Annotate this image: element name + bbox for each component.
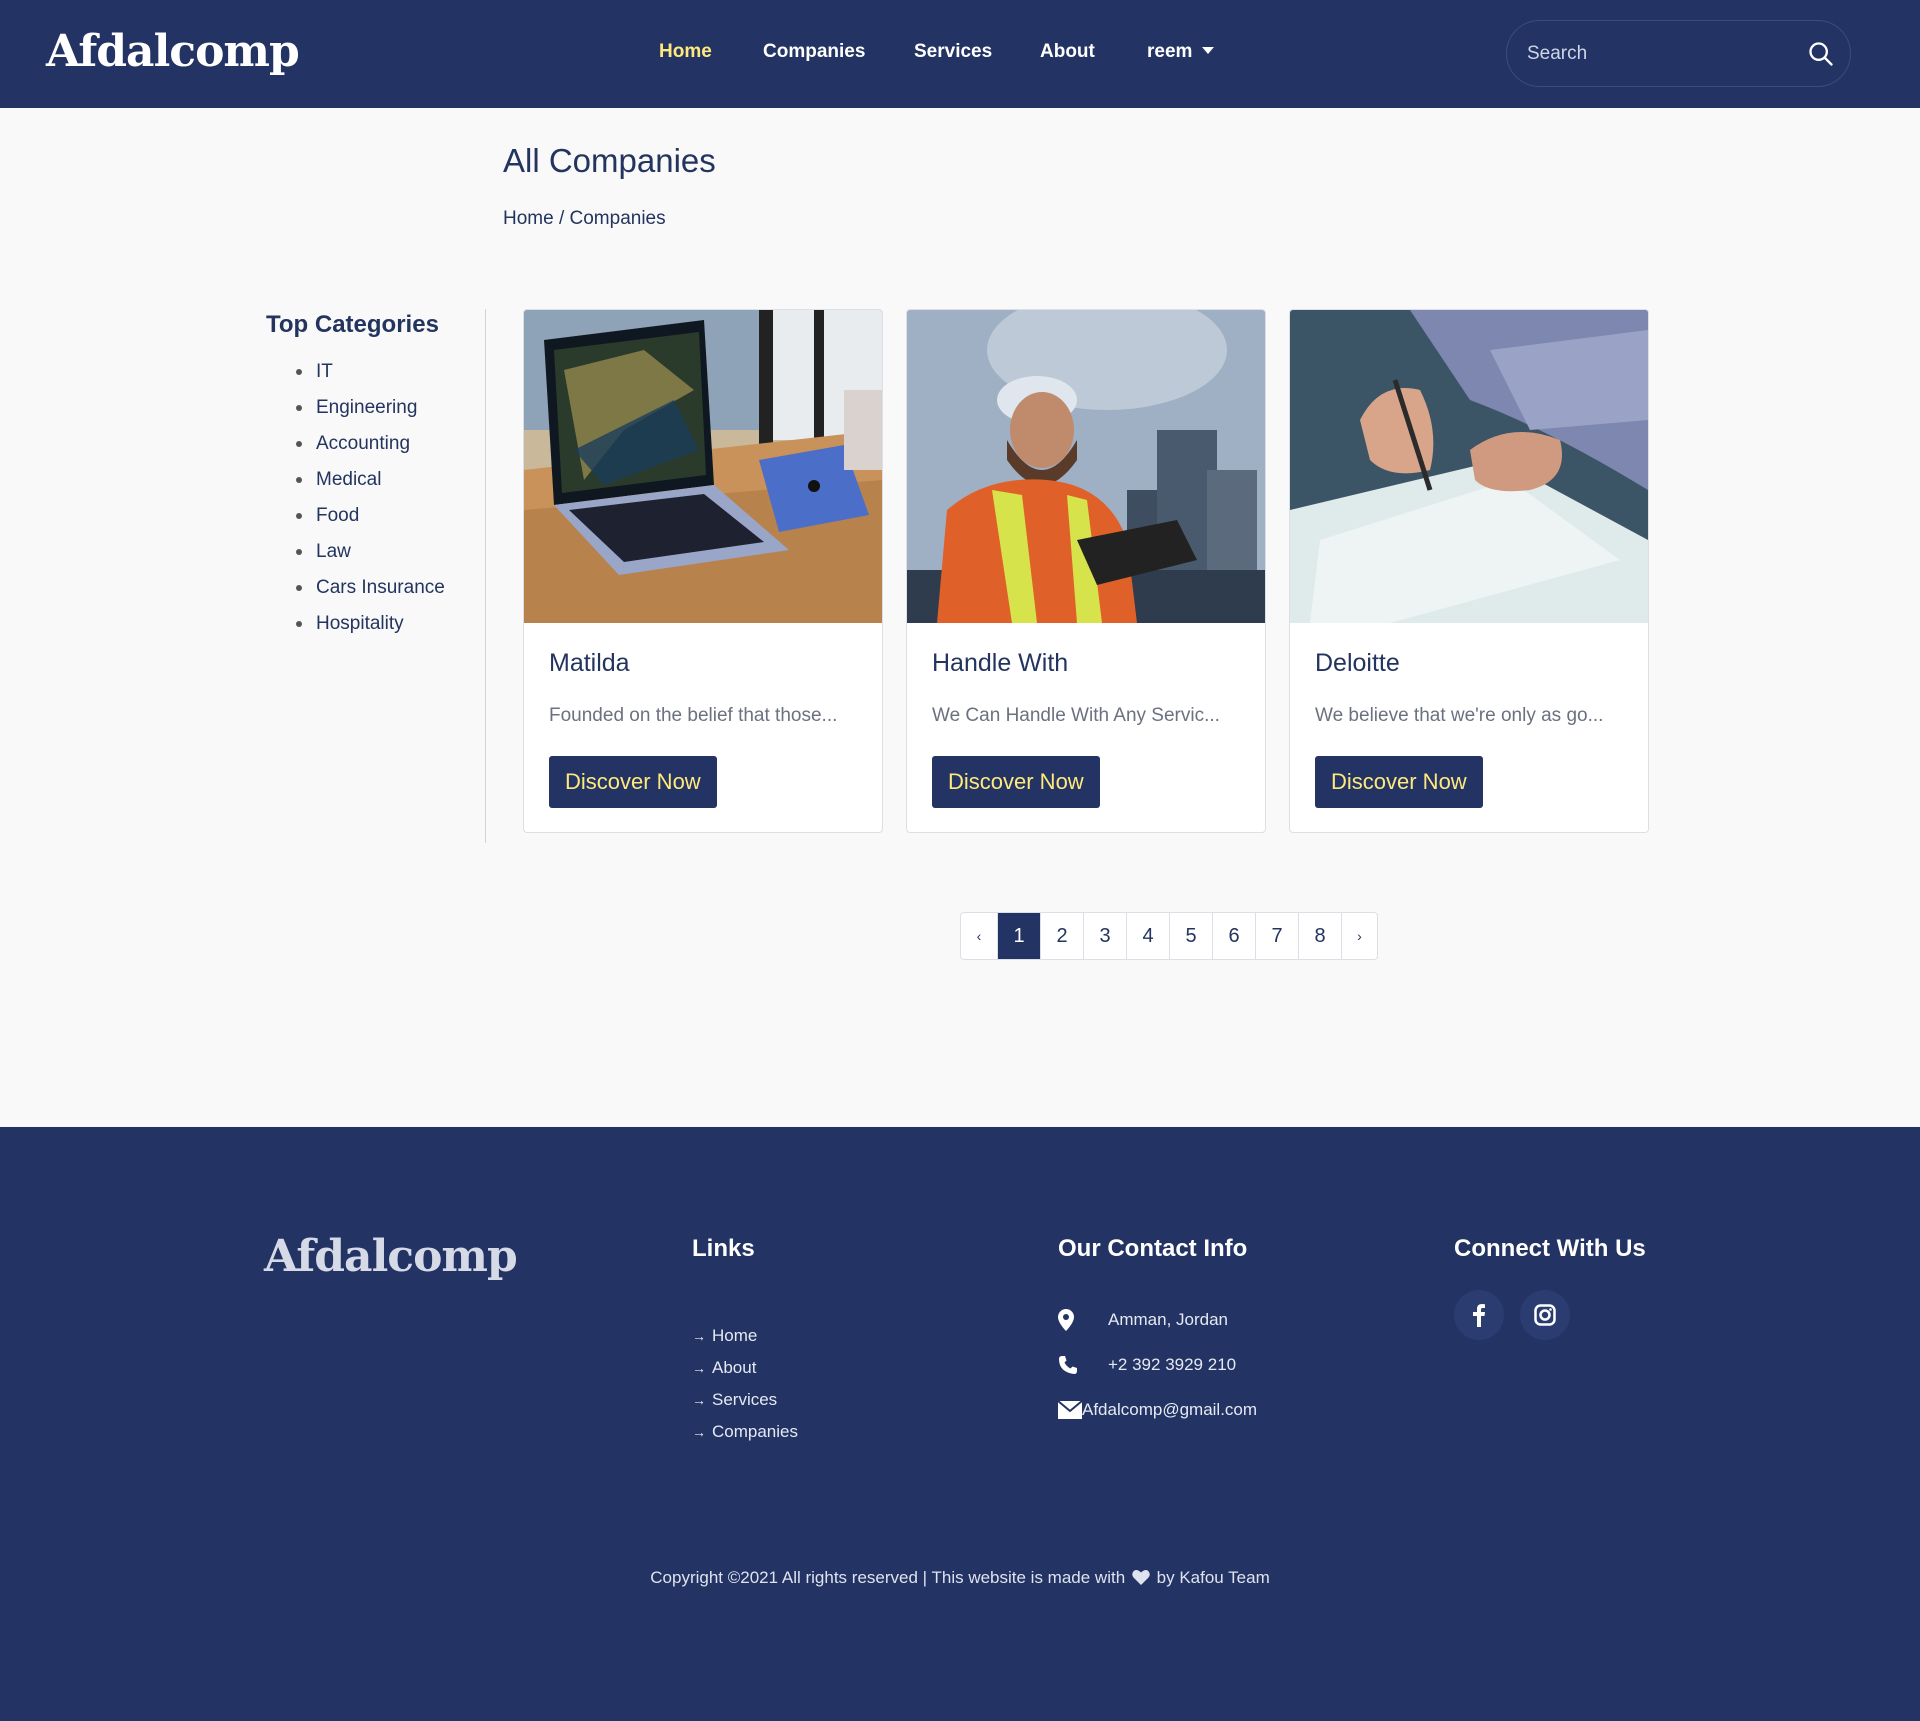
page-7[interactable]: 7 — [1255, 913, 1298, 959]
instagram-icon — [1534, 1304, 1556, 1326]
footer-logo[interactable]: Afdalcomp — [264, 1231, 518, 1282]
address-text: Amman, Jordan — [1108, 1310, 1228, 1329]
footer-connect-title: Connect With Us — [1454, 1235, 1646, 1262]
search-input[interactable] — [1527, 39, 1787, 69]
pagination-prev[interactable]: ‹ — [961, 913, 997, 959]
heart-icon — [1132, 1569, 1150, 1585]
contact-email: Afdalcomp@gmail.com — [1058, 1395, 1257, 1425]
footer-link-label: Home — [712, 1326, 758, 1345]
email-text[interactable]: Afdalcomp@gmail.com — [1082, 1400, 1257, 1420]
arrow-right-icon: → — [692, 1360, 706, 1376]
arrow-right-icon: → — [692, 1392, 706, 1408]
phone-text[interactable]: +2 392 3929 210 — [1108, 1355, 1236, 1375]
caret-down-icon — [1202, 47, 1215, 54]
pagination: ‹ 1 2 3 4 5 6 7 8 › — [960, 912, 1378, 960]
footer-link-label: Services — [712, 1390, 778, 1409]
copyright-text: Copyright ©2021 All rights reserved | Th… — [650, 1568, 1126, 1587]
footer-link-home[interactable]: → Home — [692, 1320, 798, 1352]
location-pin-icon — [1058, 1309, 1074, 1331]
company-card: Handle With We Can Handle With Any Servi… — [906, 309, 1266, 833]
sidebar-title: Top Categories — [266, 311, 439, 338]
company-card: Matilda Founded on the belief that those… — [523, 309, 883, 833]
search-box — [1506, 20, 1851, 87]
nav-item-companies[interactable]: Companies — [763, 41, 865, 63]
facebook-button[interactable] — [1454, 1290, 1504, 1340]
footer-link-label: Companies — [712, 1422, 798, 1441]
company-image-laptop — [524, 310, 882, 623]
categories-sidebar: Top Categories IT Engineering Accounting… — [266, 309, 486, 843]
footer-links: → Home → About → Services → Companies — [692, 1320, 798, 1448]
instagram-button[interactable] — [1520, 1290, 1570, 1340]
user-name: reem — [1147, 41, 1193, 62]
company-card: Deloitte We believe that we're only as g… — [1289, 309, 1649, 833]
phone-icon — [1059, 1356, 1077, 1374]
pagination-next[interactable]: › — [1341, 913, 1377, 959]
envelope-icon — [1058, 1401, 1082, 1419]
contact-address: Amman, Jordan — [1058, 1305, 1228, 1335]
category-item-it[interactable]: IT — [296, 357, 485, 393]
copyright-credit: by Kafou Team — [1156, 1568, 1270, 1587]
page-8[interactable]: 8 — [1298, 913, 1341, 959]
category-item-medical[interactable]: Medical — [296, 465, 485, 501]
category-item-cars-insurance[interactable]: Cars Insurance — [296, 573, 485, 609]
company-image-signing — [1290, 310, 1648, 623]
company-name: Matilda — [549, 649, 630, 677]
discover-now-button[interactable]: Discover Now — [932, 756, 1100, 808]
page-4[interactable]: 4 — [1126, 913, 1169, 959]
discover-now-button[interactable]: Discover Now — [1315, 756, 1483, 808]
company-name: Deloitte — [1315, 649, 1400, 677]
nav-item-about[interactable]: About — [1040, 41, 1095, 63]
category-list: IT Engineering Accounting Medical Food L… — [266, 357, 485, 645]
page-title: All Companies — [503, 142, 716, 179]
company-name: Handle With — [932, 649, 1069, 677]
brand-logo[interactable]: Afdalcomp — [46, 26, 300, 77]
navbar: Afdalcomp Home Companies Services About … — [0, 0, 1920, 108]
company-description: Founded on the belief that those... — [549, 705, 838, 726]
category-item-hospitality[interactable]: Hospitality — [296, 609, 485, 645]
contact-phone: +2 392 3929 210 — [1058, 1350, 1236, 1380]
company-description: We believe that we're only as go... — [1315, 705, 1604, 726]
footer-contact-title: Our Contact Info — [1058, 1235, 1248, 1262]
breadcrumb[interactable]: Home / Companies — [503, 208, 666, 230]
footer-links-title: Links — [692, 1235, 755, 1262]
company-description: We Can Handle With Any Servic... — [932, 705, 1220, 726]
arrow-right-icon: → — [692, 1424, 706, 1440]
footer-link-label: About — [712, 1358, 757, 1377]
category-item-law[interactable]: Law — [296, 537, 485, 573]
nav-item-home[interactable]: Home — [659, 41, 712, 63]
footer-link-services[interactable]: → Services — [692, 1384, 798, 1416]
user-menu-dropdown[interactable]: reem — [1147, 41, 1215, 63]
nav-item-services[interactable]: Services — [914, 41, 992, 63]
page-2[interactable]: 2 — [1040, 913, 1083, 959]
copyright: Copyright ©2021 All rights reserved | Th… — [0, 1568, 1920, 1588]
page-3[interactable]: 3 — [1083, 913, 1126, 959]
footer-link-companies[interactable]: → Companies — [692, 1416, 798, 1448]
category-item-food[interactable]: Food — [296, 501, 485, 537]
page-1[interactable]: 1 — [997, 913, 1040, 959]
page-5[interactable]: 5 — [1169, 913, 1212, 959]
facebook-icon — [1473, 1304, 1485, 1327]
category-item-engineering[interactable]: Engineering — [296, 393, 485, 429]
company-image-engineer — [907, 310, 1265, 623]
category-item-accounting[interactable]: Accounting — [296, 429, 485, 465]
footer: Afdalcomp Links → Home → About → Services →… — [0, 1127, 1920, 1721]
search-icon[interactable] — [1807, 40, 1835, 68]
page-6[interactable]: 6 — [1212, 913, 1255, 959]
footer-link-about[interactable]: → About — [692, 1352, 798, 1384]
arrow-right-icon: → — [692, 1328, 706, 1344]
discover-now-button[interactable]: Discover Now — [549, 756, 717, 808]
